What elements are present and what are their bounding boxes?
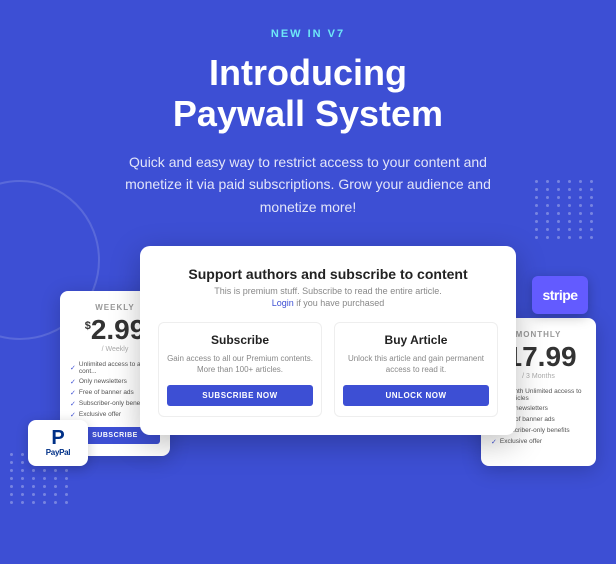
- monthly-feature-5: ✓Exclusive offer: [491, 438, 586, 446]
- modal-login-text: Login if you have purchased: [158, 298, 498, 308]
- weekly-price: 2.99: [91, 316, 146, 344]
- main-content: NEW IN V7 Introducing Paywall System Qui…: [0, 0, 616, 218]
- stripe-label: stripe: [542, 287, 577, 303]
- login-suffix: if you have purchased: [294, 298, 385, 308]
- title-line1: Introducing: [209, 52, 407, 93]
- main-title: Introducing Paywall System: [0, 52, 616, 135]
- login-link[interactable]: Login: [272, 298, 294, 308]
- cards-area: WEEKLY $ 2.99 / Weekly ✓Unlimited access…: [0, 246, 616, 466]
- paypal-p-letter: P: [51, 428, 64, 448]
- paypal-icon: P PayPal: [46, 428, 70, 457]
- stripe-badge: stripe: [532, 276, 588, 314]
- check-icon-3: ✓: [70, 389, 76, 397]
- monthly-price: 17.99: [507, 343, 577, 371]
- modal-subtitle: This is premium stuff. Subscribe to read…: [158, 286, 498, 296]
- title-line2: Paywall System: [173, 93, 443, 134]
- modal-title: Support authors and subscribe to content: [158, 266, 498, 282]
- check-icon-5: ✓: [70, 411, 76, 419]
- check-icon-1: ✓: [70, 364, 76, 372]
- modal-options: Subscribe Gain access to all our Premium…: [158, 322, 498, 417]
- check-icon-2: ✓: [70, 378, 76, 386]
- subscribe-desc: Gain access to all our Premium contents.…: [167, 353, 313, 375]
- paypal-label: PayPal: [46, 448, 70, 457]
- buy-article-option: Buy Article Unlock this article and gain…: [334, 322, 498, 417]
- main-description: Quick and easy way to restrict access to…: [108, 151, 508, 218]
- buy-article-title: Buy Article: [343, 333, 489, 347]
- subscribe-title: Subscribe: [167, 333, 313, 347]
- buy-article-desc: Unlock this article and gain permanent a…: [343, 353, 489, 375]
- m-check-icon-5: ✓: [491, 438, 497, 446]
- subscribe-option: Subscribe Gain access to all our Premium…: [158, 322, 322, 417]
- unlock-now-button[interactable]: UNLOCK NOW: [343, 385, 489, 406]
- new-badge: NEW IN V7: [271, 28, 345, 40]
- paywall-modal: Support authors and subscribe to content…: [140, 246, 516, 435]
- check-icon-4: ✓: [70, 400, 76, 408]
- paypal-badge: P PayPal: [28, 420, 88, 466]
- subscribe-now-button[interactable]: SUBSCRIBE NOW: [167, 385, 313, 406]
